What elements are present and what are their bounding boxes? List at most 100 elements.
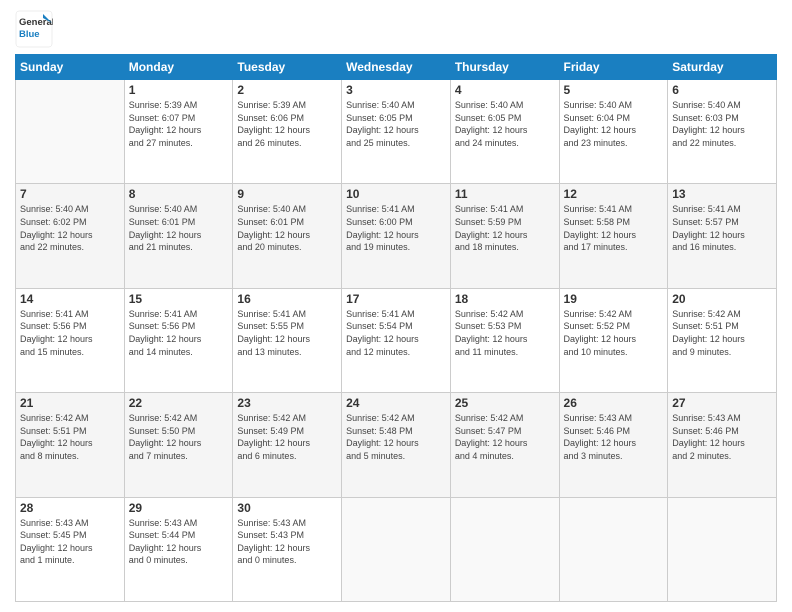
calendar-cell: 16 Sunrise: 5:41 AM Sunset: 5:55 PM Dayli… [233, 288, 342, 392]
day-number: 10 [346, 187, 446, 201]
day-number: 26 [564, 396, 664, 410]
day-number: 23 [237, 396, 337, 410]
day-info: Sunrise: 5:42 AM Sunset: 5:51 PM Dayligh… [672, 308, 772, 358]
calendar-cell: 1 Sunrise: 5:39 AM Sunset: 6:07 PM Daylig… [124, 80, 233, 184]
calendar-cell: 7 Sunrise: 5:40 AM Sunset: 6:02 PM Daylig… [16, 184, 125, 288]
day-number: 15 [129, 292, 229, 306]
calendar-cell: 12Sunrise: 5:41 AM Sunset: 5:58 PM Dayli… [559, 184, 668, 288]
calendar-week-5: 28Sunrise: 5:43 AM Sunset: 5:45 PM Dayli… [16, 497, 777, 601]
calendar-col-sunday: Sunday [16, 55, 125, 80]
calendar-cell: 14Sunrise: 5:41 AM Sunset: 5:56 PM Dayli… [16, 288, 125, 392]
day-info: Sunrise: 5:40 AM Sunset: 6:04 PM Dayligh… [564, 99, 664, 149]
calendar-cell [559, 497, 668, 601]
day-number: 24 [346, 396, 446, 410]
calendar-cell: 18 Sunrise: 5:42 AM Sunset: 5:53 PM Dayli… [450, 288, 559, 392]
calendar-cell: 11 Sunrise: 5:41 AM Sunset: 5:59 PM Dayli… [450, 184, 559, 288]
day-number: 8 [129, 187, 229, 201]
day-number: 29 [129, 501, 229, 515]
day-info: Sunrise: 5:42 AM Sunset: 5:49 PM Dayligh… [237, 412, 337, 462]
day-number: 1 [129, 83, 229, 97]
calendar-col-saturday: Saturday [668, 55, 777, 80]
calendar-cell [450, 497, 559, 601]
day-info: Sunrise: 5:42 AM Sunset: 5:47 PM Dayligh… [455, 412, 555, 462]
calendar-week-2: 7 Sunrise: 5:40 AM Sunset: 6:02 PM Daylig… [16, 184, 777, 288]
calendar-col-monday: Monday [124, 55, 233, 80]
day-info: Sunrise: 5:42 AM Sunset: 5:51 PM Dayligh… [20, 412, 120, 462]
calendar-week-1: 1 Sunrise: 5:39 AM Sunset: 6:07 PM Daylig… [16, 80, 777, 184]
calendar-cell: 17Sunrise: 5:41 AM Sunset: 5:54 PM Dayli… [342, 288, 451, 392]
calendar-cell: 19 Sunrise: 5:42 AM Sunset: 5:52 PM Dayli… [559, 288, 668, 392]
calendar-cell: 29 Sunrise: 5:43 AM Sunset: 5:44 PM Dayli… [124, 497, 233, 601]
calendar-cell: 8 Sunrise: 5:40 AM Sunset: 6:01 PM Daylig… [124, 184, 233, 288]
day-info: Sunrise: 5:40 AM Sunset: 6:01 PM Dayligh… [129, 203, 229, 253]
calendar-header-row: SundayMondayTuesdayWednesdayThursdayFrid… [16, 55, 777, 80]
day-info: Sunrise: 5:43 AM Sunset: 5:44 PM Dayligh… [129, 517, 229, 567]
calendar-cell: 9 Sunrise: 5:40 AM Sunset: 6:01 PM Daylig… [233, 184, 342, 288]
calendar-cell: 2 Sunrise: 5:39 AM Sunset: 6:06 PM Daylig… [233, 80, 342, 184]
day-info: Sunrise: 5:41 AM Sunset: 5:59 PM Dayligh… [455, 203, 555, 253]
day-info: Sunrise: 5:39 AM Sunset: 6:06 PM Dayligh… [237, 99, 337, 149]
day-info: Sunrise: 5:41 AM Sunset: 5:54 PM Dayligh… [346, 308, 446, 358]
page: General Blue SundayMondayTuesdayWednesda… [0, 0, 792, 612]
calendar-cell: 3 Sunrise: 5:40 AM Sunset: 6:05 PM Daylig… [342, 80, 451, 184]
calendar-cell: 15 Sunrise: 5:41 AM Sunset: 5:56 PM Dayli… [124, 288, 233, 392]
calendar-col-friday: Friday [559, 55, 668, 80]
day-info: Sunrise: 5:41 AM Sunset: 5:56 PM Dayligh… [129, 308, 229, 358]
day-number: 30 [237, 501, 337, 515]
day-number: 19 [564, 292, 664, 306]
day-number: 5 [564, 83, 664, 97]
day-info: Sunrise: 5:42 AM Sunset: 5:53 PM Dayligh… [455, 308, 555, 358]
day-info: Sunrise: 5:43 AM Sunset: 5:46 PM Dayligh… [564, 412, 664, 462]
day-info: Sunrise: 5:43 AM Sunset: 5:45 PM Dayligh… [20, 517, 120, 567]
calendar-cell: 6 Sunrise: 5:40 AM Sunset: 6:03 PM Daylig… [668, 80, 777, 184]
day-info: Sunrise: 5:43 AM Sunset: 5:46 PM Dayligh… [672, 412, 772, 462]
day-info: Sunrise: 5:41 AM Sunset: 6:00 PM Dayligh… [346, 203, 446, 253]
svg-text:Blue: Blue [19, 29, 40, 40]
calendar-cell: 24 Sunrise: 5:42 AM Sunset: 5:48 PM Dayli… [342, 393, 451, 497]
calendar-cell: 21 Sunrise: 5:42 AM Sunset: 5:51 PM Dayli… [16, 393, 125, 497]
day-info: Sunrise: 5:41 AM Sunset: 5:56 PM Dayligh… [20, 308, 120, 358]
day-info: Sunrise: 5:41 AM Sunset: 5:58 PM Dayligh… [564, 203, 664, 253]
day-info: Sunrise: 5:42 AM Sunset: 5:48 PM Dayligh… [346, 412, 446, 462]
calendar-cell: 26 Sunrise: 5:43 AM Sunset: 5:46 PM Dayli… [559, 393, 668, 497]
day-info: Sunrise: 5:40 AM Sunset: 6:05 PM Dayligh… [455, 99, 555, 149]
calendar-col-thursday: Thursday [450, 55, 559, 80]
calendar-cell [668, 497, 777, 601]
day-info: Sunrise: 5:41 AM Sunset: 5:55 PM Dayligh… [237, 308, 337, 358]
calendar-cell [342, 497, 451, 601]
day-info: Sunrise: 5:40 AM Sunset: 6:05 PM Dayligh… [346, 99, 446, 149]
logo-svg: General Blue [15, 10, 53, 48]
day-info: Sunrise: 5:39 AM Sunset: 6:07 PM Dayligh… [129, 99, 229, 149]
day-info: Sunrise: 5:42 AM Sunset: 5:52 PM Dayligh… [564, 308, 664, 358]
day-number: 9 [237, 187, 337, 201]
day-number: 11 [455, 187, 555, 201]
day-info: Sunrise: 5:40 AM Sunset: 6:03 PM Dayligh… [672, 99, 772, 149]
calendar-cell: 5 Sunrise: 5:40 AM Sunset: 6:04 PM Daylig… [559, 80, 668, 184]
logo: General Blue [15, 10, 53, 48]
day-number: 16 [237, 292, 337, 306]
calendar-cell: 20 Sunrise: 5:42 AM Sunset: 5:51 PM Dayli… [668, 288, 777, 392]
calendar-cell: 13 Sunrise: 5:41 AM Sunset: 5:57 PM Dayli… [668, 184, 777, 288]
day-number: 4 [455, 83, 555, 97]
header: General Blue [15, 10, 777, 48]
day-info: Sunrise: 5:40 AM Sunset: 6:01 PM Dayligh… [237, 203, 337, 253]
day-info: Sunrise: 5:43 AM Sunset: 5:43 PM Dayligh… [237, 517, 337, 567]
day-info: Sunrise: 5:40 AM Sunset: 6:02 PM Dayligh… [20, 203, 120, 253]
day-number: 18 [455, 292, 555, 306]
calendar-col-wednesday: Wednesday [342, 55, 451, 80]
day-number: 3 [346, 83, 446, 97]
day-info: Sunrise: 5:41 AM Sunset: 5:57 PM Dayligh… [672, 203, 772, 253]
calendar-cell: 28Sunrise: 5:43 AM Sunset: 5:45 PM Dayli… [16, 497, 125, 601]
calendar-table: SundayMondayTuesdayWednesdayThursdayFrid… [15, 54, 777, 602]
day-number: 25 [455, 396, 555, 410]
day-number: 2 [237, 83, 337, 97]
calendar-col-tuesday: Tuesday [233, 55, 342, 80]
day-number: 20 [672, 292, 772, 306]
calendar-cell [16, 80, 125, 184]
day-number: 21 [20, 396, 120, 410]
calendar-cell: 4 Sunrise: 5:40 AM Sunset: 6:05 PM Daylig… [450, 80, 559, 184]
calendar-cell: 30 Sunrise: 5:43 AM Sunset: 5:43 PM Dayli… [233, 497, 342, 601]
day-number: 6 [672, 83, 772, 97]
day-number: 13 [672, 187, 772, 201]
day-number: 7 [20, 187, 120, 201]
